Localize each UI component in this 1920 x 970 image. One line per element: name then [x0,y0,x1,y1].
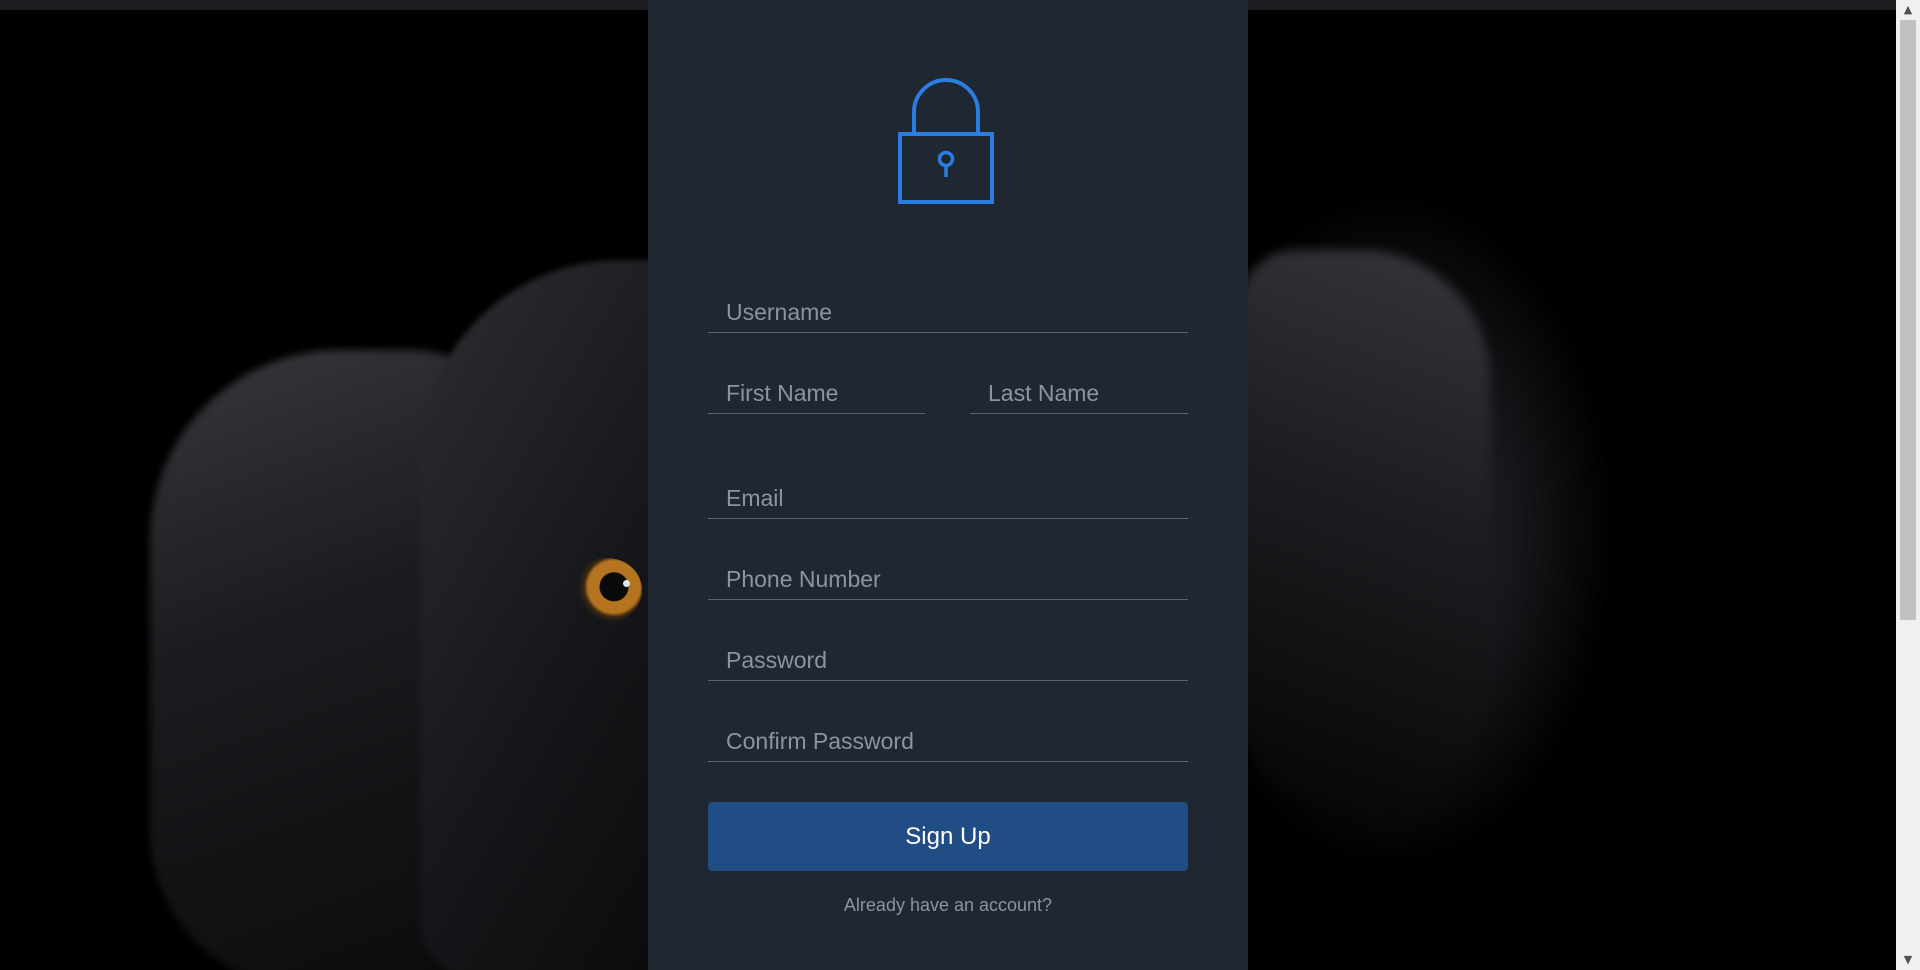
dog-eye [572,558,642,622]
lock-icon [898,78,994,204]
triangle-down-icon[interactable]: ▼ [1896,950,1920,970]
confirm-password-field [708,722,1188,762]
signup-panel: Sign Up Already have an account? [648,0,1248,970]
phone-input[interactable] [708,566,1188,593]
sign-up-button[interactable]: Sign Up [708,802,1188,871]
password-field [708,641,1188,681]
login-link[interactable]: Already have an account? [708,895,1188,916]
dog-head [420,260,680,970]
first-name-field [708,374,925,414]
scrollbar-thumb[interactable] [1900,20,1916,620]
email-field [708,479,1188,519]
last-name-input[interactable] [970,380,1188,407]
last-name-field [970,374,1188,414]
phone-field [708,560,1188,600]
triangle-up-icon[interactable]: ▲ [1896,0,1920,20]
vertical-scrollbar[interactable]: ▲ ▼ [1896,0,1920,970]
first-name-input[interactable] [708,380,925,407]
dog-eye-glint [623,580,630,587]
username-field [708,293,1188,333]
email-input[interactable] [708,485,1188,512]
dog-right-ear [1240,250,1490,810]
password-input[interactable] [708,647,1188,674]
confirm-password-input[interactable] [708,728,1188,755]
username-input[interactable] [708,299,1188,326]
